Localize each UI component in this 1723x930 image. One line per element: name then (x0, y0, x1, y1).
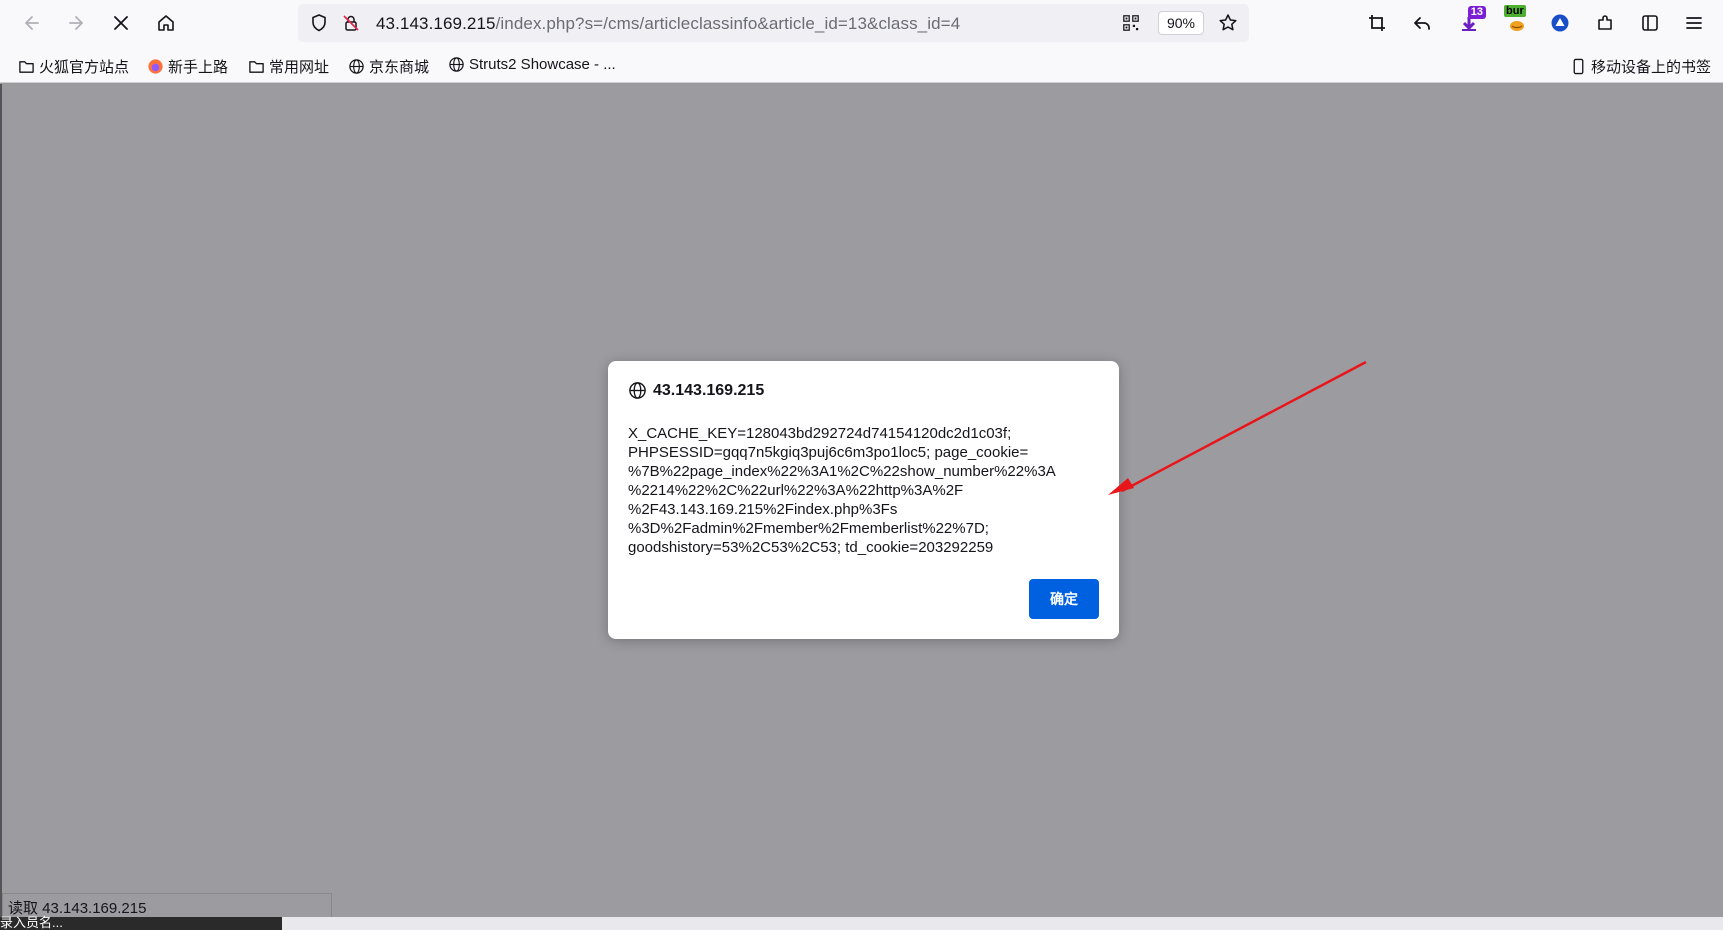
screenshot-crop-button[interactable] (1362, 8, 1392, 38)
app-menu-button[interactable] (1679, 8, 1709, 38)
account-extension-button[interactable] (1545, 8, 1575, 38)
url-host: 43.143.169.215 (376, 14, 496, 33)
message-line: goodshistory=53%2C53%2C53; td_cookie=203… (628, 539, 994, 556)
hamburger-menu-icon (1686, 17, 1702, 29)
download-extension-button[interactable]: 13 (1454, 6, 1486, 38)
mobile-device-icon (1573, 58, 1584, 75)
message-line: %2214%22%2C%22url%22%3A%22http%3A%2F (628, 482, 964, 499)
message-line: %3D%2Fadmin%2Fmember%2Fmemberlist%22%7D; (628, 520, 989, 537)
dialog-title-text: 43.143.169.215 (653, 381, 765, 399)
reply-button[interactable] (1407, 8, 1437, 38)
home-icon (158, 15, 174, 31)
stop-button[interactable] (105, 7, 137, 39)
window-edge (0, 84, 2, 918)
dialog-title: 43.143.169.215 (628, 381, 764, 400)
bookmark-label: 京东商城 (369, 59, 430, 76)
extension-count-badge: 13 (1467, 6, 1486, 19)
status-bar: 读取 43.143.169.215 (2, 893, 332, 917)
home-button[interactable] (150, 7, 182, 39)
message-line: %2F43.143.169.215%2Findex.php%3Fs (628, 501, 898, 518)
bottom-text: 录入员名... (0, 915, 63, 930)
reply-arrow-icon (1414, 17, 1430, 30)
bookmark-star-icon[interactable] (1217, 12, 1239, 34)
bookmark-item[interactable]: 常用网址 (248, 56, 329, 77)
extensions-button[interactable] (1590, 8, 1620, 38)
globe-icon (449, 57, 464, 72)
firefox-icon (148, 59, 163, 74)
bookmark-label: 新手上路 (168, 59, 229, 76)
ok-button[interactable]: 确定 (1029, 579, 1099, 619)
crop-icon (1369, 15, 1385, 31)
url-path: /index.php?s=/cms/articleclassinfo&artic… (495, 14, 961, 33)
message-line: PHPSESSID=gqq7n5kgiq3puj6c6m3po1loc5; pa… (628, 444, 1029, 461)
bookmark-label: Struts2 Showcase - ... (469, 56, 616, 73)
globe-icon (349, 59, 364, 74)
globe-icon (629, 382, 646, 399)
bookmark-item[interactable]: 京东商城 (348, 56, 429, 77)
bur-badge: bur (1504, 5, 1526, 17)
bookmark-item[interactable]: 新手上路 (147, 56, 228, 77)
browser-toolbar: 43.143.169.215/index.php?s=/cms/articlec… (0, 0, 1723, 46)
folder-icon (249, 61, 264, 73)
sidebar-button[interactable] (1635, 8, 1665, 38)
bookmark-label: 常用网址 (269, 59, 330, 76)
back-button[interactable] (16, 7, 48, 39)
shield-icon[interactable] (308, 12, 330, 34)
message-line: X_CACHE_KEY=128043bd292724d74154120dc2d1… (628, 425, 1012, 442)
bookmarks-bar: 火狐官方站点 新手上路 常用网址 京东商城 Struts2 Showcase -… (0, 46, 1723, 83)
bookmark-item[interactable]: 火狐官方站点 (18, 56, 129, 77)
qr-code-icon[interactable] (1120, 12, 1142, 34)
insecure-lock-icon[interactable] (340, 12, 362, 34)
triangle-circle-icon (1551, 14, 1569, 32)
puzzle-piece-icon (1598, 15, 1612, 30)
forward-button[interactable] (60, 7, 92, 39)
sidebar-panel-icon (1642, 15, 1658, 31)
dialog-message: X_CACHE_KEY=128043bd292724d74154120dc2d1… (628, 424, 1098, 557)
folder-icon (19, 61, 34, 73)
url-bar[interactable]: 43.143.169.215/index.php?s=/cms/articlec… (298, 4, 1249, 42)
message-line: %7B%22page_index%22%3A1%2C%22show_number… (628, 463, 1056, 480)
back-arrow-icon (25, 16, 39, 30)
burp-extension-button[interactable]: bur (1502, 5, 1532, 38)
alert-dialog: 43.143.169.215 X_CACHE_KEY=128043bd29272… (608, 361, 1119, 639)
stop-icon (114, 16, 128, 30)
bookmark-item[interactable]: Struts2 Showcase - ... (448, 56, 616, 73)
bookmark-label: 火狐官方站点 (39, 59, 130, 76)
zoom-level-button[interactable]: 90% (1158, 11, 1204, 35)
url-text[interactable]: 43.143.169.215/index.php?s=/cms/articlec… (376, 14, 960, 34)
mobile-bookmarks-label: 移动设备上的书签 (1591, 59, 1712, 76)
mobile-bookmarks-folder[interactable]: 移动设备上的书签 (1570, 56, 1711, 77)
forward-arrow-icon (69, 16, 83, 30)
